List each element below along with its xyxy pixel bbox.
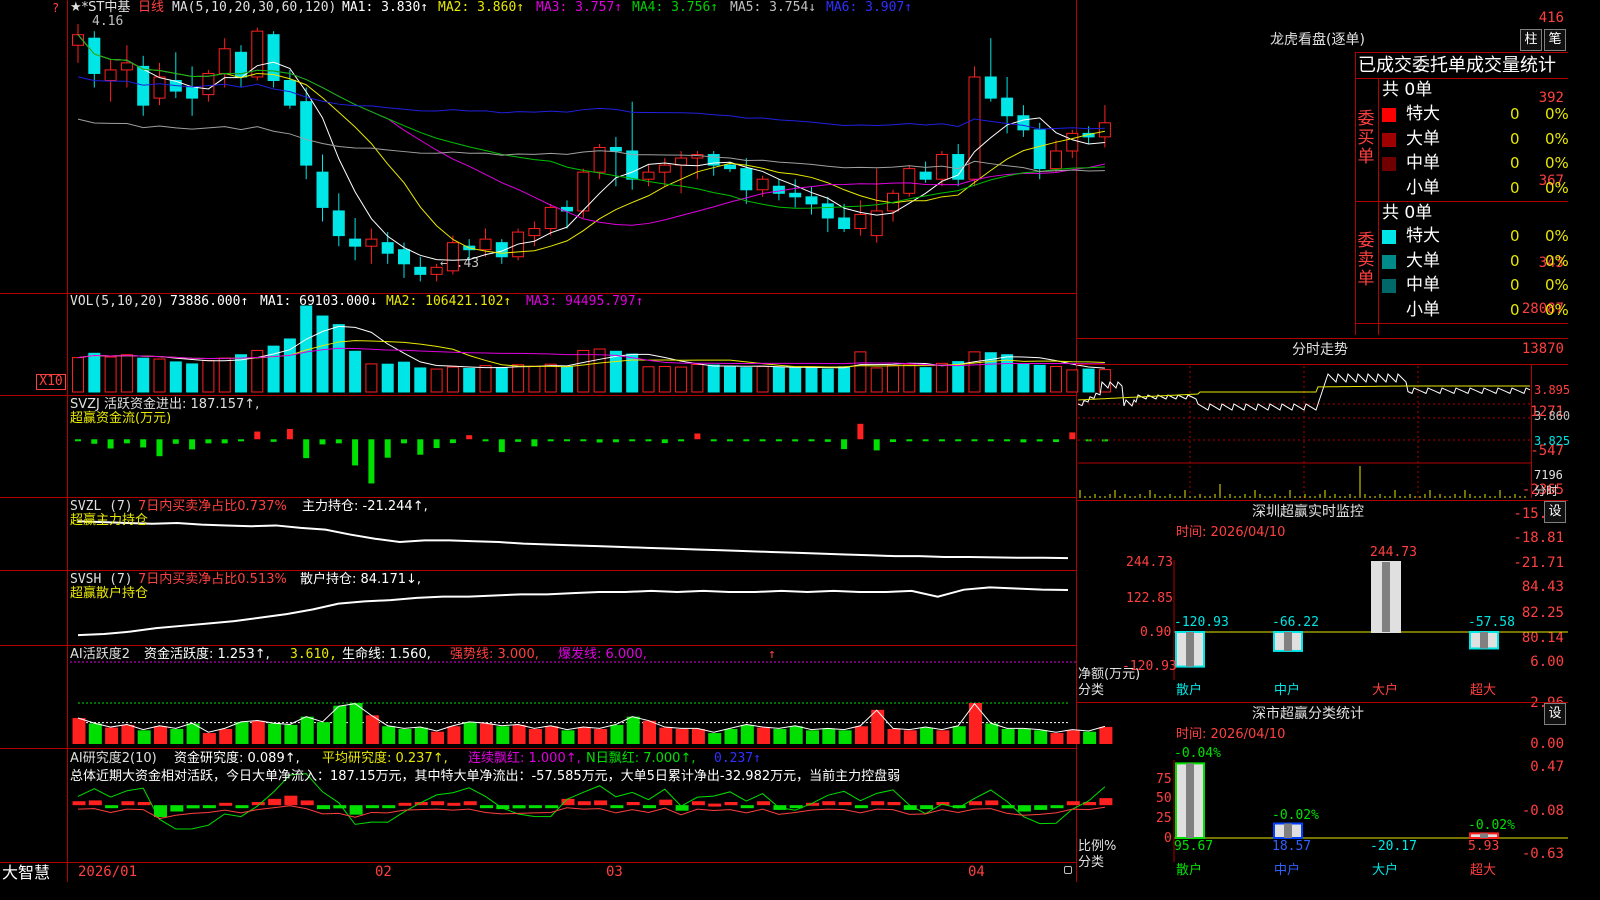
divider bbox=[1076, 500, 1568, 501]
classify-category: 超大 bbox=[1470, 863, 1497, 878]
classify-bar-shade bbox=[1284, 823, 1292, 838]
classify-bar-shade bbox=[1480, 833, 1488, 838]
monitor-tick: 244.73 bbox=[1126, 555, 1173, 570]
classify-ylabel: 比例% bbox=[1078, 839, 1117, 854]
sidebar-charts[interactable] bbox=[0, 0, 1568, 882]
classify-tick: 25 bbox=[1156, 811, 1172, 826]
classify-value: 95.67 bbox=[1174, 839, 1214, 854]
monitor-value: -57.58 bbox=[1468, 615, 1515, 630]
classify-xlabel: 分类 bbox=[1078, 855, 1105, 870]
classify-value: 18.57 bbox=[1272, 839, 1312, 854]
monitor-bar-shade bbox=[1284, 632, 1292, 651]
classify-value: 5.93 bbox=[1468, 839, 1500, 854]
classify-value: -20.17 bbox=[1370, 839, 1417, 854]
classify-tick: 50 bbox=[1156, 791, 1172, 806]
classify-time: 时间: 2026/04/10 bbox=[1176, 727, 1286, 742]
monitor-value: -66.22 bbox=[1272, 615, 1319, 630]
monitor-bar-shade bbox=[1480, 632, 1488, 649]
classify-bar-shade bbox=[1186, 763, 1194, 838]
classify-category: 大户 bbox=[1372, 863, 1399, 878]
monitor-category: 大户 bbox=[1372, 683, 1399, 698]
monitor-category: 中户 bbox=[1274, 683, 1301, 698]
classify-tick: 75 bbox=[1156, 772, 1172, 787]
monitor-bar-shade bbox=[1382, 562, 1390, 632]
classify-top-pct: -0.02% bbox=[1468, 818, 1515, 833]
monitor-tick: 122.85 bbox=[1126, 591, 1173, 606]
classify-tick: 0 bbox=[1164, 831, 1172, 846]
monitor-tick: 0.90 bbox=[1140, 625, 1172, 640]
monitor-value: 244.73 bbox=[1370, 545, 1417, 560]
classify-top-pct: -0.04% bbox=[1174, 746, 1221, 761]
classify-top-pct: -0.02% bbox=[1272, 808, 1319, 823]
monitor-category: 散户 bbox=[1176, 683, 1203, 698]
classify-category: 散户 bbox=[1176, 863, 1203, 878]
monitor-ylabel: 净额(万元) bbox=[1078, 667, 1141, 682]
monitor-value: -120.93 bbox=[1174, 615, 1229, 630]
monitor-xlabel: 分类 bbox=[1078, 683, 1105, 698]
classify-category: 中户 bbox=[1274, 863, 1301, 878]
monitor-title: 深圳超赢实时监控 bbox=[1252, 504, 1364, 520]
monitor-time: 时间: 2026/04/10 bbox=[1176, 525, 1286, 540]
monitor-category: 超大 bbox=[1470, 683, 1497, 698]
classify-settings-button[interactable]: 设 bbox=[1544, 703, 1566, 725]
divider bbox=[1076, 702, 1568, 703]
monitor-settings-button[interactable]: 设 bbox=[1544, 501, 1566, 523]
classify-title: 深市超赢分类统计 bbox=[1252, 706, 1364, 722]
monitor-bar-shade bbox=[1186, 632, 1194, 667]
